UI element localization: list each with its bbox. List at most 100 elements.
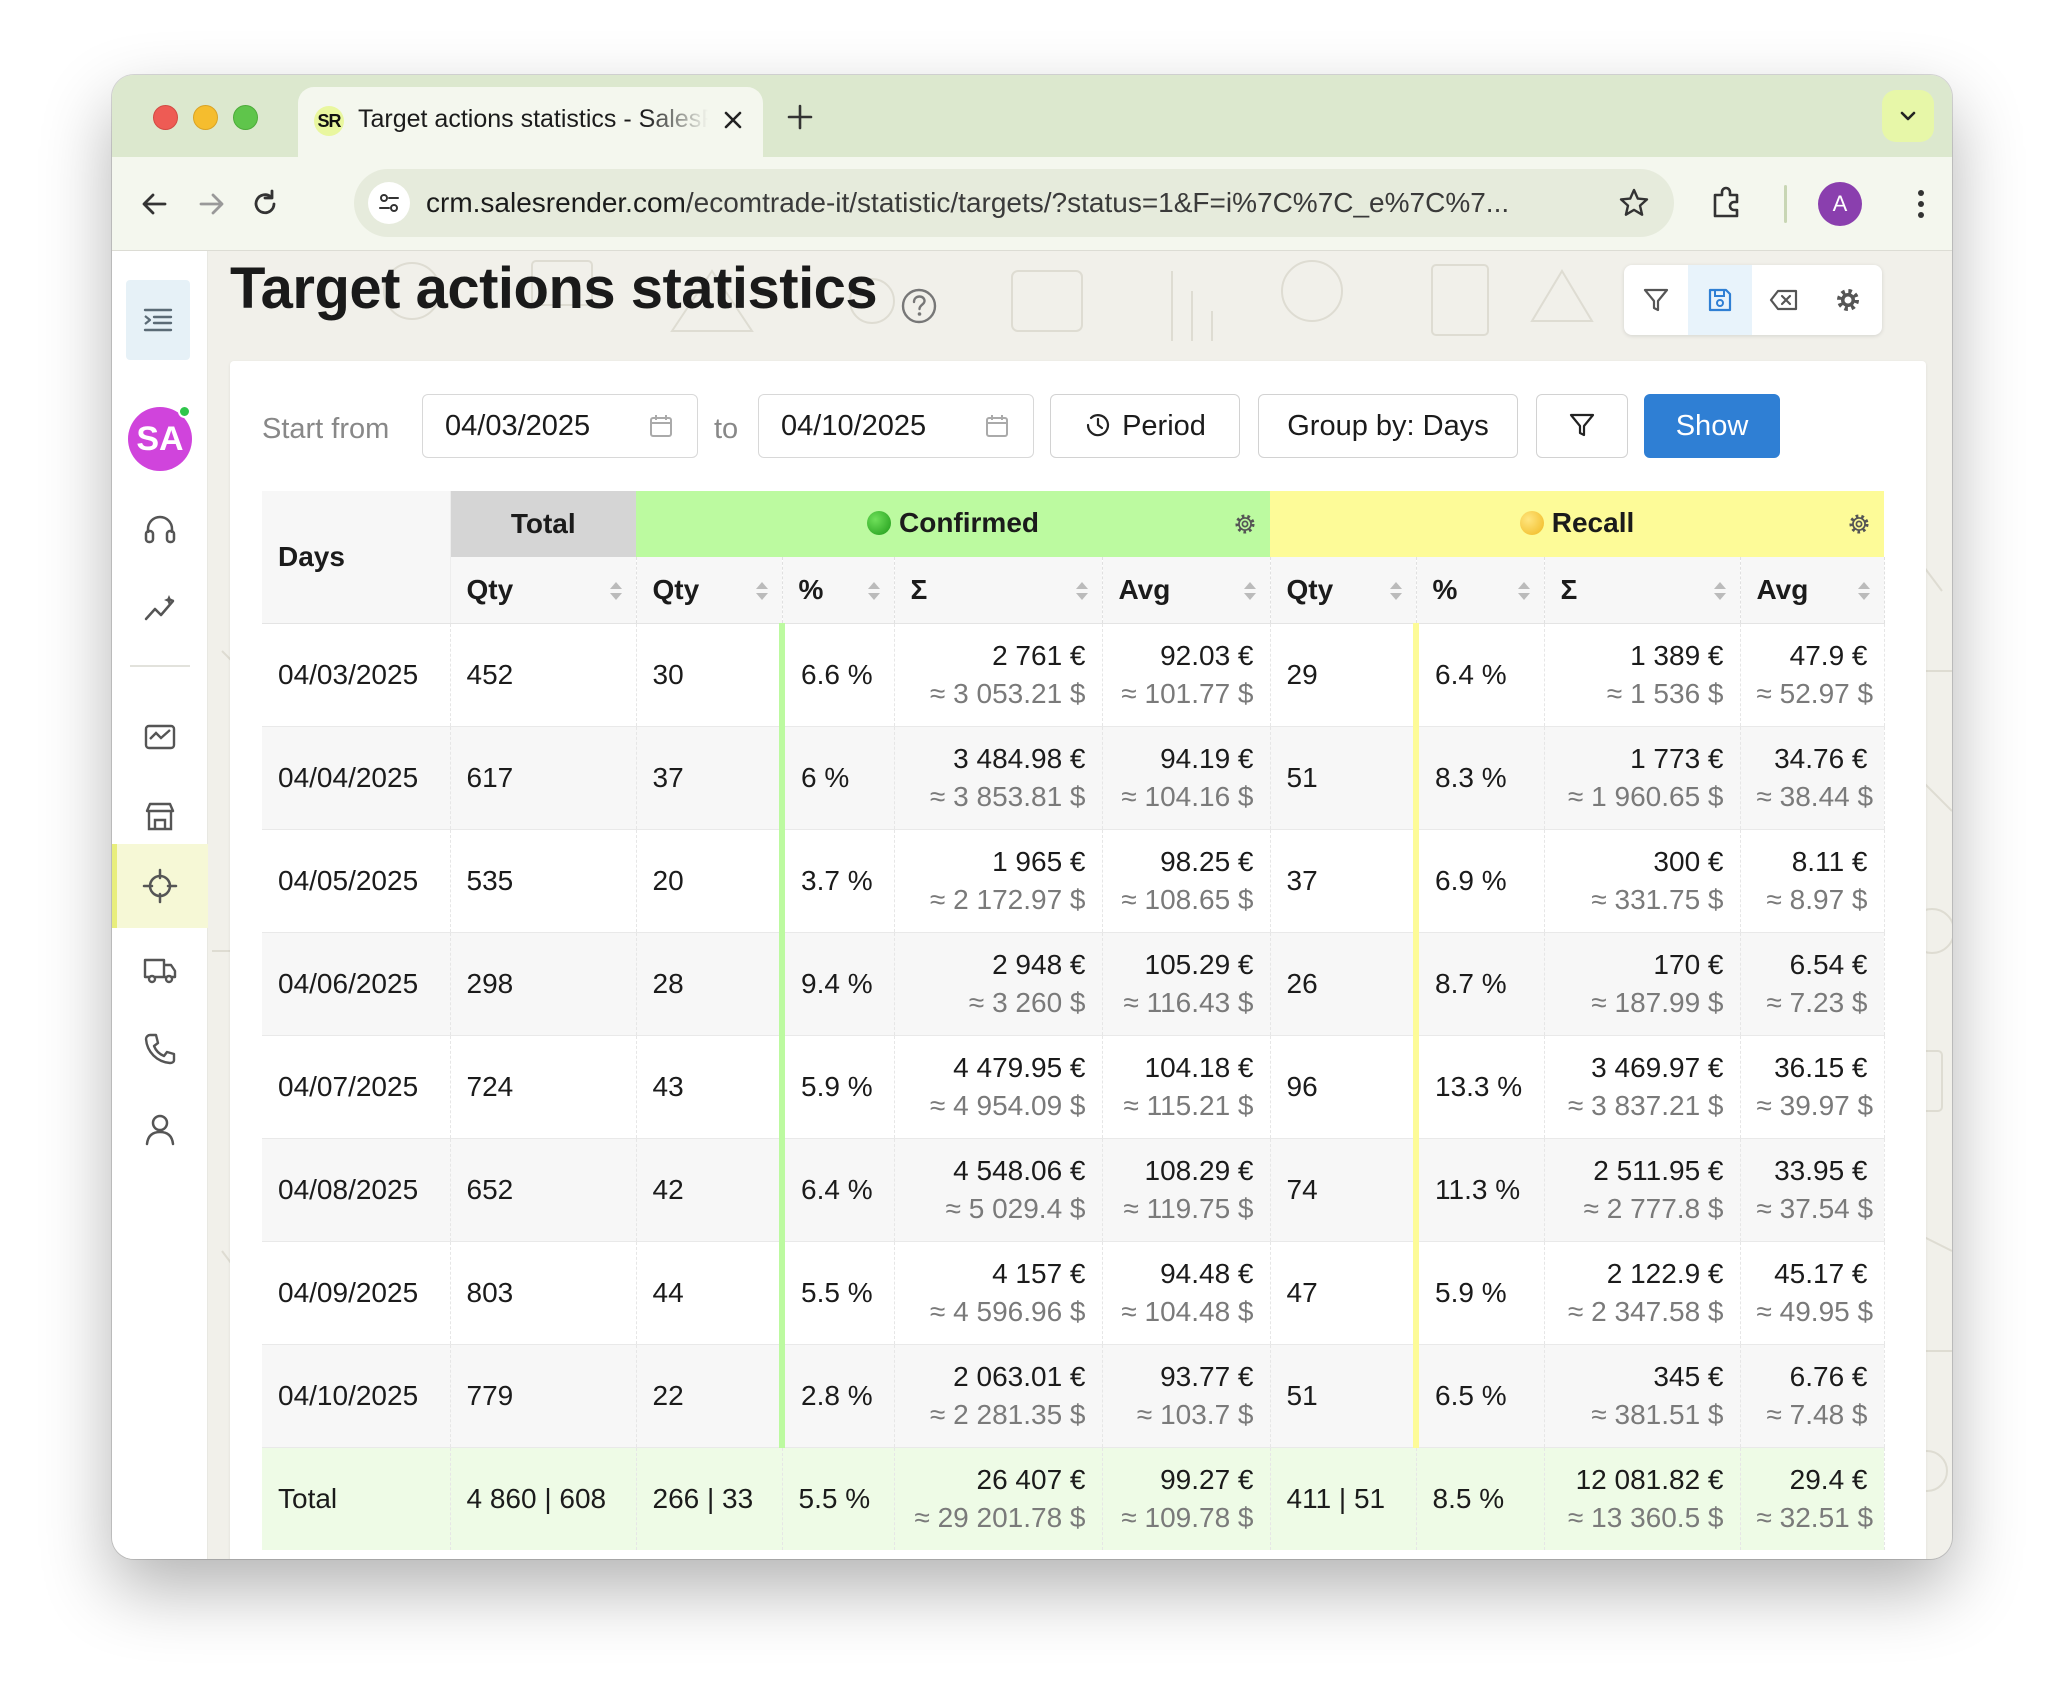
- confirmed-pct-cell: 2.8 %: [779, 1344, 895, 1448]
- tab-search-button[interactable]: [1882, 90, 1934, 142]
- new-tab-icon[interactable]: [784, 101, 816, 133]
- gear-icon[interactable]: [1232, 511, 1258, 537]
- reload-icon[interactable]: [242, 181, 288, 227]
- col-label: Qty: [1286, 573, 1334, 605]
- filter-preset-button[interactable]: [1624, 265, 1688, 335]
- usd-value: ≈ 7.48 $: [1766, 1398, 1868, 1430]
- period-button[interactable]: Period: [1050, 394, 1240, 458]
- statistics-card: Start from 04/03/2025 to 04/10/2025 Peri…: [230, 361, 1926, 1559]
- confirmed-pct-cell: 6.6 %: [779, 623, 895, 727]
- table-row: 04/08/2025 652 42 6.4 % 4 548.06 € ≈ 5 02…: [262, 1138, 1885, 1242]
- sort-icon: [867, 582, 880, 600]
- start-date-input[interactable]: 04/03/2025: [422, 394, 698, 458]
- recall-pct-cell: 8.7 %: [1413, 932, 1545, 1036]
- close-window-button[interactable]: [153, 105, 178, 130]
- profile-avatar[interactable]: A: [1818, 182, 1862, 226]
- confirmed-sum-cell: 26 407 € ≈ 29 201.78 $: [894, 1447, 1103, 1550]
- filter-button[interactable]: [1536, 394, 1628, 458]
- recall-qty-header[interactable]: Qty: [1270, 557, 1417, 624]
- extensions-puzzle-icon[interactable]: [1704, 180, 1750, 226]
- clock-history-icon: [1086, 413, 1110, 437]
- col-label: %: [798, 573, 824, 605]
- usd-value: ≈ 104.16 $: [1121, 780, 1254, 812]
- bookmark-star-icon[interactable]: [1616, 185, 1652, 221]
- more-menu-icon[interactable]: [1898, 181, 1944, 227]
- usd-value: ≈ 119.75 $: [1123, 1192, 1254, 1224]
- user-icon[interactable]: [140, 1109, 180, 1149]
- recall-sum-cell: 170 € ≈ 187.99 $: [1544, 932, 1741, 1036]
- gear-icon: [1837, 289, 1859, 311]
- usd-value: ≈ 187.99 $: [1591, 986, 1724, 1018]
- browser-window: SR Target actions statistics - SalesRend…: [112, 75, 1952, 1559]
- recall-sum-cell: 2 122.9 € ≈ 2 347.58 $: [1544, 1241, 1741, 1345]
- delivery-truck-icon[interactable]: [140, 949, 180, 989]
- clear-filter-button[interactable]: [1752, 265, 1816, 335]
- confirmed-label: Confirmed: [899, 506, 1039, 538]
- eur-value: 2 761 €: [992, 639, 1086, 671]
- phone-icon[interactable]: [140, 1029, 180, 1069]
- back-arrow-icon[interactable]: [132, 181, 178, 227]
- recall-pct-cell: 13.3 %: [1413, 1035, 1545, 1139]
- recall-pct-cell: 6.4 %: [1413, 623, 1545, 727]
- eur-value: 2 948 €: [992, 948, 1086, 980]
- settings-button[interactable]: [1816, 265, 1880, 335]
- target-icon: [142, 868, 178, 904]
- page-actions-toolbar: [1624, 265, 1882, 335]
- table-row: 04/10/2025 779 22 2.8 % 2 063.01 € ≈ 2 28…: [262, 1344, 1885, 1448]
- col-label: %: [1432, 573, 1458, 605]
- store-icon[interactable]: [140, 797, 180, 837]
- close-tab-icon[interactable]: [718, 105, 748, 135]
- url-path: /ecomtrade-it/statistic/targets/?status=…: [685, 187, 1510, 218]
- site-settings-button[interactable]: [368, 182, 410, 224]
- recall-sum-header[interactable]: Σ: [1544, 557, 1741, 624]
- eur-value: 104.18 €: [1144, 1051, 1254, 1083]
- yellow-circle-icon: [1519, 510, 1544, 535]
- save-filter-button[interactable]: [1688, 265, 1752, 335]
- sidebar-toggle-button[interactable]: [126, 280, 190, 360]
- eur-value: 34.76 €: [1774, 742, 1868, 774]
- analytics-icon[interactable]: [140, 589, 180, 629]
- confirmed-qty-cell: 266 | 33: [636, 1447, 783, 1550]
- forward-arrow-icon[interactable]: [188, 181, 234, 227]
- end-date-input[interactable]: 04/10/2025: [758, 394, 1034, 458]
- sort-icon: [1517, 582, 1530, 600]
- eur-value: 4 157 €: [992, 1257, 1086, 1289]
- recall-label: Recall: [1551, 506, 1635, 538]
- total-qty-header[interactable]: Qty: [450, 557, 637, 624]
- browser-tab[interactable]: SR Target actions statistics - SalesRend…: [298, 87, 763, 157]
- group-by-button[interactable]: Group by: Days: [1258, 394, 1518, 458]
- recall-qty-cell: 74: [1270, 1138, 1417, 1242]
- eur-value: 3 484.98 €: [953, 742, 1086, 774]
- minimize-window-button[interactable]: [193, 105, 218, 130]
- recall-sum-cell: 2 511.95 € ≈ 2 777.8 $: [1544, 1138, 1741, 1242]
- col-label: Avg: [1756, 573, 1809, 605]
- recall-qty-cell: 96: [1270, 1035, 1417, 1139]
- headset-icon[interactable]: [140, 509, 180, 549]
- usd-value: ≈ 37.54 $: [1756, 1192, 1874, 1224]
- confirmed-pct-cell: 6 %: [779, 726, 895, 830]
- help-question-icon[interactable]: [900, 287, 938, 325]
- col-label: Qty: [652, 573, 700, 605]
- statistics-icon[interactable]: [140, 717, 180, 757]
- url-text[interactable]: crm.salesrender.com/ecomtrade-it/statist…: [426, 169, 1509, 237]
- confirmed-pct-header[interactable]: %: [782, 557, 895, 624]
- zoom-window-button[interactable]: [233, 105, 258, 130]
- usd-value: ≈ 39.97 $: [1756, 1089, 1874, 1121]
- confirmed-avg-header[interactable]: Avg: [1102, 557, 1271, 624]
- recall-sum-cell: 12 081.82 € ≈ 13 360.5 $: [1544, 1447, 1741, 1550]
- recall-avg-header[interactable]: Avg: [1740, 557, 1885, 624]
- recall-pct-header[interactable]: %: [1416, 557, 1545, 624]
- salesrender-logo-icon: SR: [314, 106, 344, 136]
- confirmed-avg-cell: 99.27 € ≈ 109.78 $: [1102, 1447, 1271, 1550]
- address-bar[interactable]: crm.salesrender.com/ecomtrade-it/statist…: [354, 169, 1674, 237]
- statistics-table: Days Total Confirmed Recall Qty Qty % Σ …: [262, 491, 1885, 1550]
- recall-qty-cell: 411 | 51: [1270, 1447, 1417, 1550]
- confirmed-sum-header[interactable]: Σ: [894, 557, 1103, 624]
- gear-icon[interactable]: [1846, 511, 1872, 537]
- sidebar: SA: [112, 251, 208, 1559]
- confirmed-qty-header[interactable]: Qty: [636, 557, 783, 624]
- show-button[interactable]: Show: [1644, 394, 1780, 458]
- tab-strip: SR Target actions statistics - SalesRend…: [112, 75, 1952, 157]
- usd-value: ≈ 13 360.5 $: [1568, 1501, 1724, 1533]
- confirmed-group-header: Confirmed: [636, 491, 1270, 557]
